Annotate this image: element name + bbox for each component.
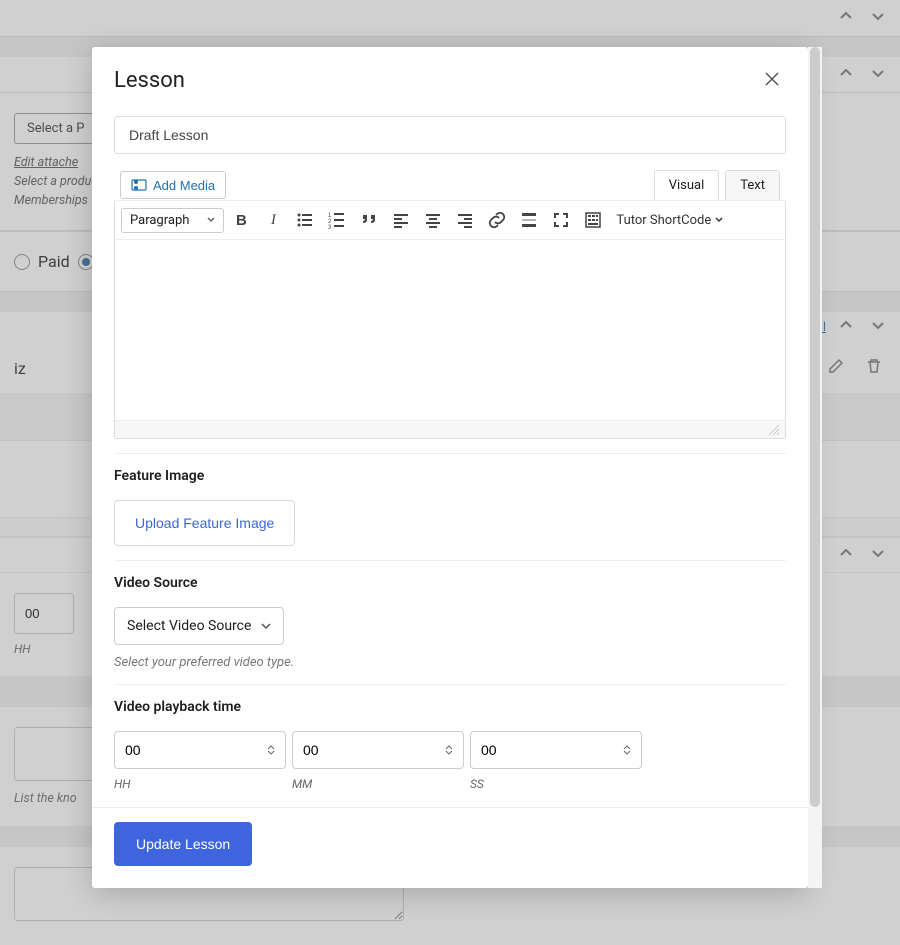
text-tab[interactable]: Text (725, 170, 780, 200)
editor-content-area[interactable] (115, 240, 785, 420)
toolbar-toggle-button[interactable] (578, 205, 608, 235)
editor-resize-handle[interactable] (115, 420, 785, 438)
playback-mm-input[interactable] (303, 742, 445, 758)
align-left-button[interactable] (386, 205, 416, 235)
bullet-list-button[interactable] (290, 205, 320, 235)
mm-unit-label: MM (292, 777, 464, 791)
visual-tab[interactable]: Visual (654, 170, 720, 200)
update-lesson-button[interactable]: Update Lesson (114, 822, 252, 866)
close-icon (762, 69, 782, 89)
modal-title: Lesson (114, 68, 185, 93)
fullscreen-button[interactable] (546, 205, 576, 235)
tutor-shortcode-dropdown[interactable]: Tutor ShortCode (616, 213, 723, 228)
upload-feature-image-button[interactable]: Upload Feature Image (114, 500, 295, 546)
link-icon (488, 211, 506, 229)
feature-image-heading: Feature Image (114, 468, 786, 484)
chevron-down-icon (261, 621, 271, 631)
ss-unit-label: SS (470, 777, 642, 791)
bullet-list-icon (296, 211, 314, 229)
number-spinner[interactable] (267, 744, 275, 756)
modal-scrollbar[interactable] (808, 47, 822, 888)
chevron-down-icon (207, 216, 215, 224)
align-center-button[interactable] (418, 205, 448, 235)
format-select[interactable]: Paragraph (121, 208, 224, 233)
svg-text:3: 3 (328, 225, 332, 229)
playback-ss-input[interactable] (481, 742, 623, 758)
bold-button[interactable]: B (226, 205, 256, 235)
readmore-button[interactable] (514, 205, 544, 235)
resize-icon (769, 425, 779, 435)
align-right-button[interactable] (450, 205, 480, 235)
number-list-button[interactable]: 123 (322, 205, 352, 235)
align-center-icon (424, 211, 442, 229)
align-right-icon (456, 211, 474, 229)
media-icon (131, 177, 147, 193)
playback-time-heading: Video playback time (114, 699, 786, 715)
lesson-title-input[interactable] (114, 116, 786, 154)
add-media-label: Add Media (153, 178, 215, 193)
align-left-icon (392, 211, 410, 229)
number-list-icon: 123 (328, 211, 346, 229)
number-spinner[interactable] (445, 744, 453, 756)
number-spinner[interactable] (623, 744, 631, 756)
blockquote-button[interactable] (354, 205, 384, 235)
lesson-modal: Lesson Add Media Visual Text (92, 47, 808, 888)
video-source-helper: Select your preferred video type. (114, 655, 786, 670)
fullscreen-icon (552, 211, 570, 229)
link-button[interactable] (482, 205, 512, 235)
modal-overlay: Lesson Add Media Visual Text (0, 0, 900, 945)
chevron-down-icon (715, 216, 723, 224)
toolbar-toggle-icon (584, 211, 602, 229)
video-source-select[interactable]: Select Video Source (114, 607, 284, 645)
italic-button[interactable]: I (258, 205, 288, 235)
readmore-icon (520, 211, 538, 229)
quote-icon (360, 211, 378, 229)
close-button[interactable] (758, 65, 786, 96)
hh-unit-label: HH (114, 777, 286, 791)
add-media-button[interactable]: Add Media (120, 171, 226, 199)
playback-hh-input[interactable] (125, 742, 267, 758)
video-source-heading: Video Source (114, 575, 786, 591)
